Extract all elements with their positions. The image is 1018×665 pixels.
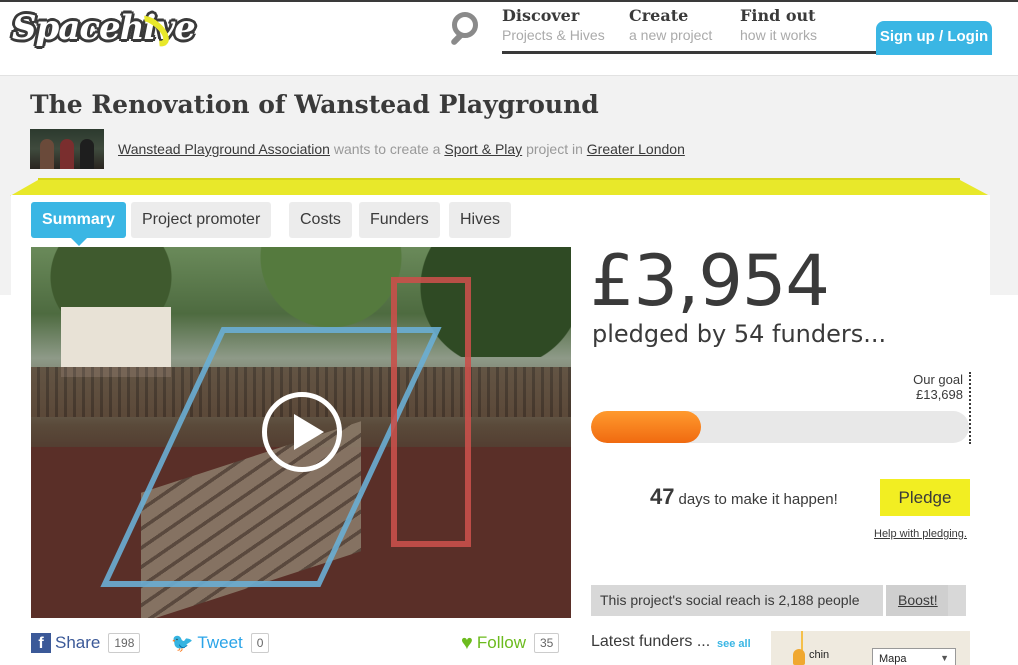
facebook-share-button[interactable]: f Share 198: [31, 630, 141, 656]
page-title: The Renovation of Wanstead Playground: [30, 90, 599, 119]
days-count: 47: [650, 484, 675, 509]
site-header: Spacehive Discover Projects & Hives Crea…: [0, 2, 1018, 74]
tab-costs[interactable]: Costs: [289, 202, 352, 238]
pegman-icon[interactable]: [793, 649, 805, 665]
twitter-icon: 🐦: [171, 632, 194, 653]
follow-count: 35: [534, 633, 560, 653]
facebook-icon: f: [31, 633, 51, 653]
help-pledging-link[interactable]: Help with pledging.: [874, 528, 967, 540]
yellow-roof-decoration: [10, 178, 990, 196]
spacehive-logo[interactable]: Spacehive: [12, 8, 196, 53]
see-all-link[interactable]: see all: [717, 638, 751, 650]
search-icon[interactable]: [446, 10, 486, 50]
tweet-count: 0: [250, 633, 270, 653]
play-icon[interactable]: [262, 392, 342, 472]
pledge-button[interactable]: Pledge: [880, 479, 970, 516]
nav-discover[interactable]: Discover Projects & Hives: [502, 6, 605, 43]
facebook-count: 198: [108, 633, 141, 653]
goal-label: Our goal: [913, 372, 963, 387]
days-remaining: 47 days to make it happen!: [650, 484, 838, 509]
follow-button[interactable]: ♥ Follow 35: [461, 630, 560, 656]
heart-icon: ♥: [461, 631, 473, 654]
byline-text: wants to create a: [333, 141, 441, 157]
share-row: f Share 198 🐦 Tweet 0 ♥ Follow 35: [31, 630, 571, 656]
tab-hives[interactable]: Hives: [449, 202, 512, 238]
map-type-select[interactable]: Mapa ▼: [872, 648, 956, 665]
goal-value: £13,698: [916, 387, 963, 402]
byline-text-2: project in: [526, 141, 583, 157]
social-reach-bar: This project's social reach is 2,188 peo…: [591, 585, 966, 616]
map-place-label: chin: [809, 649, 830, 661]
promoter-avatar[interactable]: [30, 129, 104, 169]
tab-funders[interactable]: Funders: [359, 202, 440, 238]
tab-summary[interactable]: Summary: [31, 202, 126, 246]
nav-find-out[interactable]: Find out how it works: [740, 6, 817, 43]
location-link[interactable]: Greater London: [587, 141, 685, 157]
promoter-link[interactable]: Wanstead Playground Association: [118, 141, 330, 157]
social-reach-text: This project's social reach is 2,188 peo…: [600, 592, 860, 608]
chevron-down-icon: ▼: [940, 653, 949, 663]
funders-map[interactable]: chin Mapa ▼: [771, 631, 970, 665]
funding-progress-fill: [591, 411, 701, 443]
latest-funders-heading: Latest funders ...: [591, 633, 711, 650]
nav-create[interactable]: Create a new project: [629, 6, 712, 43]
category-link[interactable]: Sport & Play: [444, 141, 522, 157]
tweet-button[interactable]: 🐦 Tweet 0: [171, 630, 270, 656]
boost-link[interactable]: Boost!: [883, 585, 948, 616]
tab-project-promoter[interactable]: Project promoter: [131, 202, 272, 238]
amount-pledged: £3,954: [590, 240, 830, 322]
project-video[interactable]: [31, 247, 571, 618]
pledged-by-text: pledged by 54 funders...: [592, 320, 887, 348]
project-byline: Wanstead Playground Association wants to…: [118, 141, 685, 157]
signup-login-button[interactable]: Sign up / Login: [876, 21, 992, 55]
funding-progress-bar: [591, 411, 969, 443]
